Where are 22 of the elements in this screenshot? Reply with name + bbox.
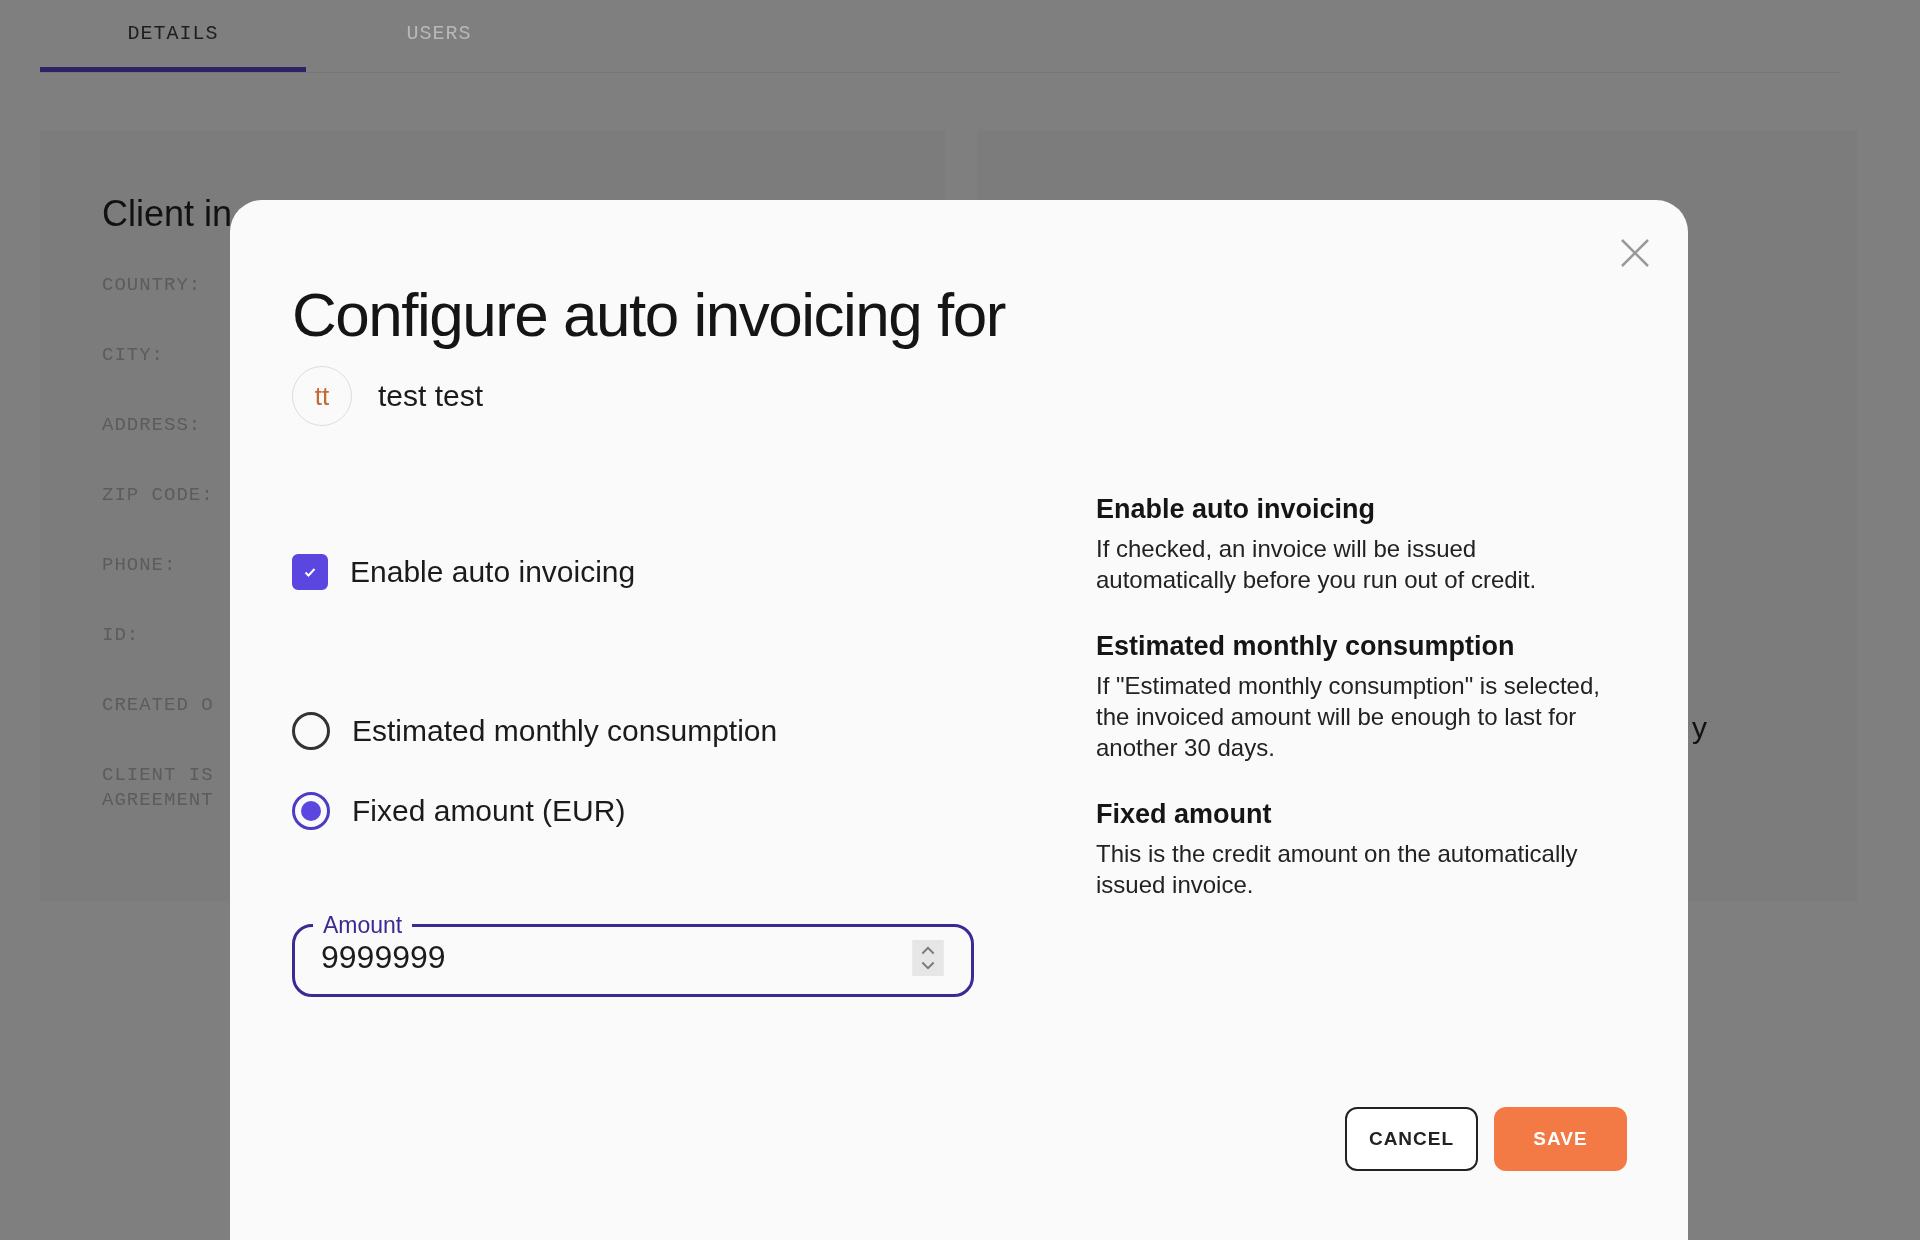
field-value: 9999999 — [321, 939, 447, 977]
card-title: Client in — [102, 193, 234, 235]
help-text: If checked, an invoice will be issued automatically before you run out of credit. — [1096, 534, 1538, 596]
stepper-icon[interactable] — [911, 939, 945, 976]
checkbox-label: Enable auto invoicing — [350, 555, 636, 590]
help-heading: Enable auto invoicing — [1096, 494, 1377, 526]
help-heading: Fixed amount — [1096, 799, 1273, 831]
radio-button[interactable] — [292, 792, 330, 831]
help-text: This is the credit amount on the automatically issued invoice. — [1096, 839, 1579, 901]
checkbox[interactable] — [292, 554, 328, 591]
tab[interactable]: DETAILS — [40, 0, 306, 72]
radio-label: Fixed amount (EUR) — [352, 794, 626, 829]
help-heading: Estimated monthly consumption — [1096, 631, 1516, 663]
radio-button[interactable] — [292, 712, 330, 751]
card-text: y — [1692, 711, 1707, 745]
dialog-title: Configure auto invoicing for — [292, 279, 1007, 351]
radio-label: Estimated monthly consumption — [352, 714, 778, 749]
close-icon[interactable] — [1620, 238, 1650, 268]
save-button[interactable]: SAVE — [1494, 1107, 1627, 1171]
help-text: If "Estimated monthly consumption" is selected, the invoiced amount will be enough to last for another 30 days. — [1096, 671, 1601, 764]
client-name: test test — [378, 379, 484, 414]
cancel-button[interactable]: CANCEL — [1345, 1107, 1478, 1171]
